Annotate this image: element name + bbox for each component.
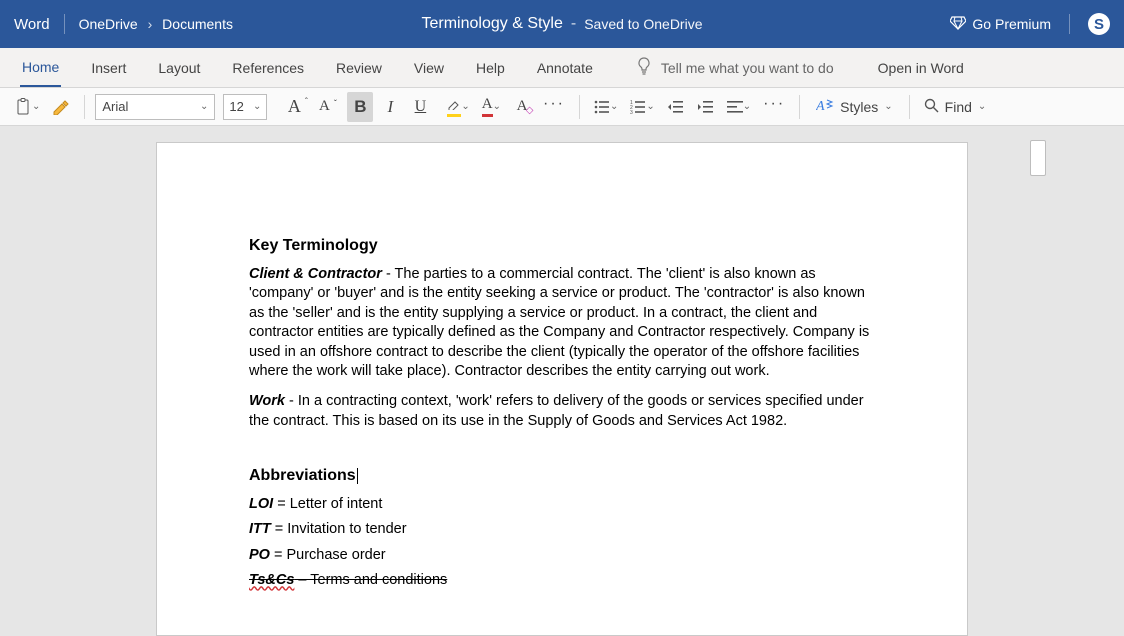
- abbreviation-list: LOI = Letter of intent ITT = Invitation …: [249, 495, 875, 591]
- chevron-down-icon: ⌄: [200, 101, 208, 112]
- bold-button[interactable]: B: [347, 92, 373, 122]
- dash: -: [571, 15, 576, 33]
- abbr-def: = Invitation to tender: [271, 521, 407, 537]
- chevron-right-icon: ›: [148, 16, 153, 32]
- italic-button[interactable]: I: [377, 92, 403, 122]
- document-page[interactable]: Key Terminology Client & Contractor - Th…: [156, 142, 968, 636]
- tab-annotate[interactable]: Annotate: [535, 50, 595, 86]
- skype-icon[interactable]: S: [1088, 13, 1110, 35]
- tab-help[interactable]: Help: [474, 50, 507, 86]
- more-paragraph-button[interactable]: ···: [759, 92, 789, 122]
- tell-me-search[interactable]: Tell me what you want to do: [637, 57, 834, 78]
- breadcrumb[interactable]: OneDrive › Documents: [79, 16, 233, 32]
- list-item: ITT = Invitation to tender: [249, 520, 875, 540]
- list-item-struck: Ts&Cs – Terms and conditions: [249, 571, 875, 591]
- chevron-down-icon: ⌄: [978, 101, 986, 112]
- titlebar-divider: [64, 14, 65, 34]
- titlebar-center: Terminology & Style - Saved to OneDrive: [421, 15, 702, 33]
- list-item: LOI = Letter of intent: [249, 495, 875, 515]
- title-bar: Word OneDrive › Documents Terminology & …: [0, 0, 1124, 48]
- paragraph-client-contractor: Client & Contractor - The parties to a c…: [249, 265, 875, 382]
- chevron-down-icon: ⌄: [253, 101, 261, 112]
- font-size-value: 12: [229, 99, 243, 114]
- chevron-down-icon: ⌄: [884, 101, 892, 112]
- open-in-word-link[interactable]: Open in Word: [876, 50, 966, 86]
- para2-body: - In a contracting context, 'work' refer…: [249, 393, 864, 429]
- abbr-term: PO: [249, 547, 270, 563]
- heading-key-terminology: Key Terminology: [249, 235, 875, 257]
- decrease-indent-button[interactable]: [663, 92, 689, 122]
- numbering-button[interactable]: 123 ⌄: [626, 92, 658, 122]
- toolbar-sep-4: [909, 95, 910, 119]
- tell-me-placeholder: Tell me what you want to do: [661, 60, 834, 76]
- font-size-select[interactable]: 12 ⌄: [223, 94, 267, 120]
- underline-button[interactable]: U: [407, 92, 433, 122]
- toolbar-sep-1: [84, 95, 85, 119]
- breadcrumb-leaf[interactable]: Documents: [162, 16, 233, 32]
- find-label: Find: [945, 99, 972, 115]
- workspace: Key Terminology Client & Contractor - Th…: [0, 126, 1124, 636]
- align-button[interactable]: ⌄: [723, 92, 755, 122]
- breadcrumb-root[interactable]: OneDrive: [79, 16, 138, 32]
- styles-icon: A: [816, 97, 834, 116]
- list-item: PO = Purchase order: [249, 546, 875, 566]
- tab-references[interactable]: References: [230, 50, 306, 86]
- go-premium-label: Go Premium: [972, 16, 1051, 32]
- abbr-term-struck: Ts&Cs: [249, 572, 294, 588]
- chevron-down-icon: ⌄: [743, 101, 751, 112]
- paste-button[interactable]: ⌄: [12, 92, 44, 122]
- titlebar-divider-2: [1069, 14, 1070, 34]
- bullets-button[interactable]: ⌄: [590, 92, 622, 122]
- chevron-down-icon: ⌄: [461, 101, 469, 112]
- more-font-button[interactable]: ···: [539, 92, 569, 122]
- term-work: Work: [249, 393, 285, 409]
- find-button[interactable]: Find ⌄: [920, 92, 991, 122]
- chevron-down-icon: ⌄: [32, 101, 40, 112]
- selection-pane-handle[interactable]: [1030, 140, 1046, 176]
- styles-label: Styles: [840, 99, 878, 115]
- app-name: Word: [14, 16, 50, 33]
- tab-home[interactable]: Home: [20, 49, 61, 87]
- chevron-down-icon: ⌄: [646, 101, 654, 112]
- svg-text:3: 3: [630, 110, 633, 114]
- clear-formatting-button[interactable]: A◇: [509, 92, 535, 122]
- ribbon-tabs: Home Insert Layout References Review Vie…: [0, 48, 1124, 88]
- tab-insert[interactable]: Insert: [89, 50, 128, 86]
- lightbulb-icon: [637, 57, 651, 78]
- font-color-button[interactable]: A ⌄: [478, 92, 505, 122]
- shrink-font-button[interactable]: Aˇ: [311, 92, 337, 122]
- font-name-value: Arial: [102, 99, 128, 114]
- heading-abbreviations: Abbreviations: [249, 465, 875, 487]
- para1-body: - The parties to a commercial contract. …: [249, 266, 869, 380]
- grow-font-button[interactable]: Aˆ: [281, 92, 307, 122]
- tab-review[interactable]: Review: [334, 50, 384, 86]
- svg-text:A: A: [816, 99, 825, 113]
- chevron-down-icon: ⌄: [493, 101, 501, 112]
- chevron-down-icon: ⌄: [610, 101, 618, 112]
- abbr-def: = Purchase order: [270, 547, 386, 563]
- save-status: Saved to OneDrive: [584, 16, 702, 32]
- abbr-term: ITT: [249, 521, 271, 537]
- document-title[interactable]: Terminology & Style: [421, 15, 562, 33]
- toolbar-sep-3: [799, 95, 800, 119]
- paragraph-work: Work - In a contracting context, 'work' …: [249, 392, 875, 431]
- abbr-term: LOI: [249, 496, 273, 512]
- abbr-def-struck: – Terms and conditions: [294, 572, 447, 588]
- search-icon: [924, 98, 939, 116]
- term-client-contractor: Client & Contractor: [249, 266, 382, 282]
- increase-indent-button[interactable]: [693, 92, 719, 122]
- tab-view[interactable]: View: [412, 50, 446, 86]
- highlight-button[interactable]: ⌄: [443, 92, 473, 122]
- abbr-def: = Letter of intent: [273, 496, 382, 512]
- tab-layout[interactable]: Layout: [156, 50, 202, 86]
- toolbar-sep-2: [579, 95, 580, 119]
- go-premium-button[interactable]: Go Premium: [950, 16, 1051, 33]
- toolbar: ⌄ Arial ⌄ 12 ⌄ Aˆ Aˇ B I U ⌄ A ⌄ A◇ ··· …: [0, 88, 1124, 126]
- styles-button[interactable]: A Styles ⌄: [810, 92, 899, 122]
- diamond-icon: [950, 16, 966, 33]
- format-painter-button[interactable]: [48, 92, 74, 122]
- font-name-select[interactable]: Arial ⌄: [95, 94, 215, 120]
